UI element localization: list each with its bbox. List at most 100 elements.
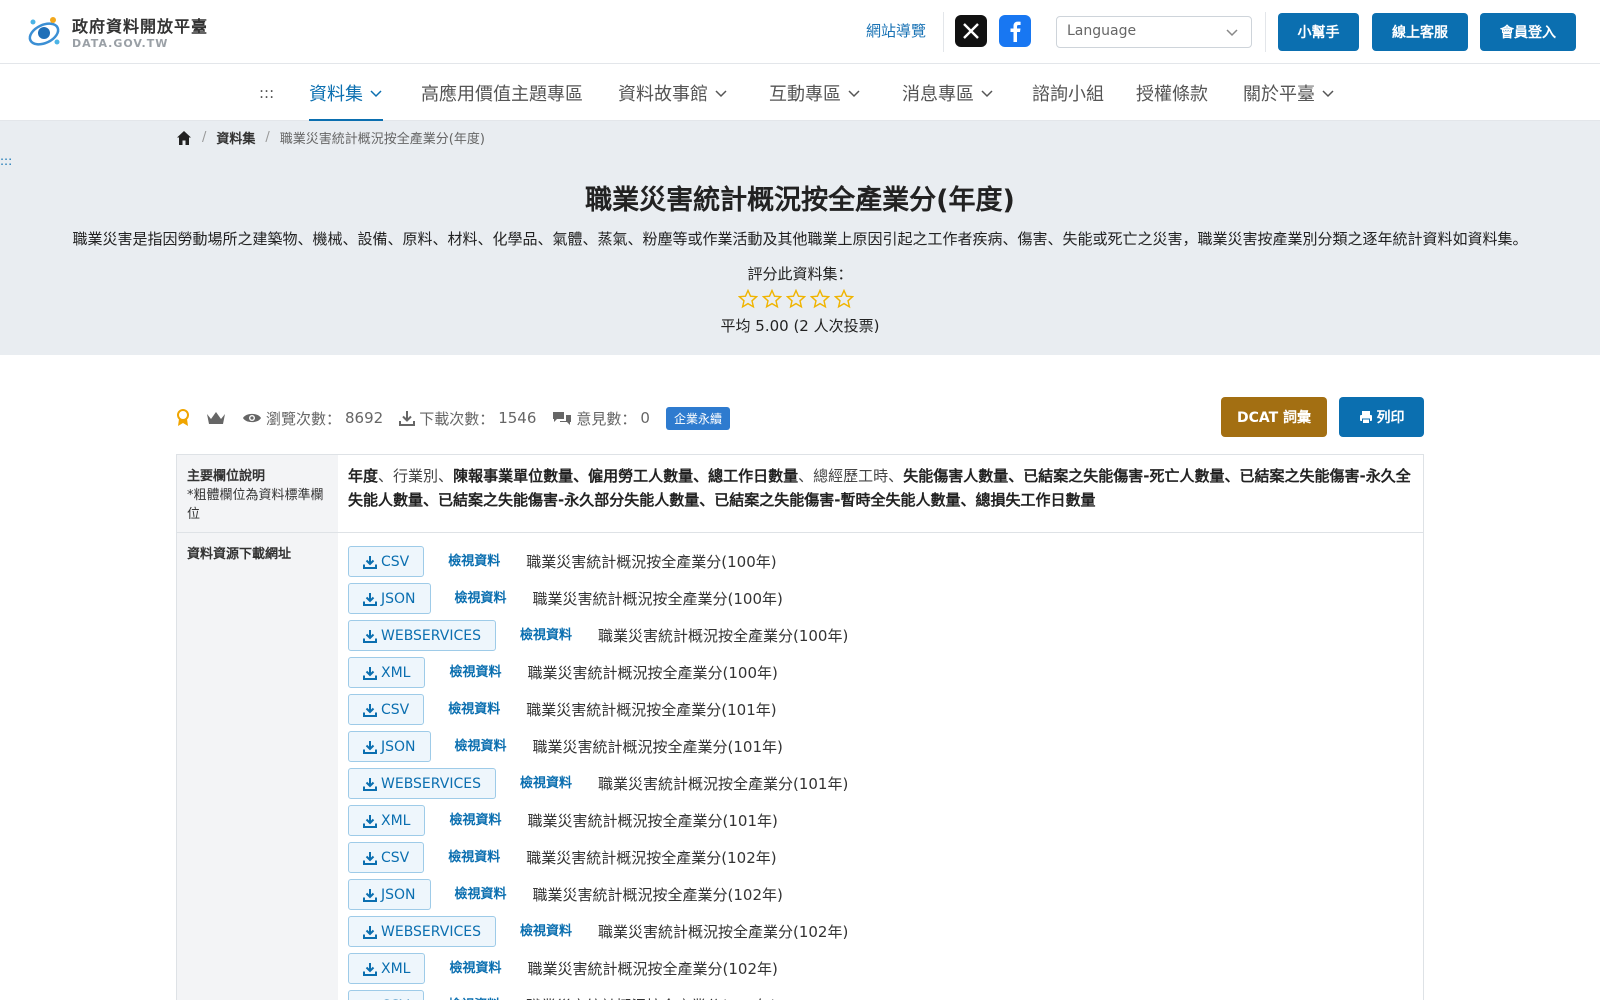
field-name: 、: [423, 491, 439, 509]
language-select[interactable]: Language: [1056, 16, 1252, 48]
field-name: 總損失工作日數量: [975, 491, 1096, 509]
field-name: 、: [573, 467, 589, 485]
nav-news[interactable]: 消息專區: [902, 78, 994, 108]
print-button[interactable]: 列印: [1339, 397, 1424, 437]
nav-stories[interactable]: 資料故事館: [618, 78, 728, 108]
resource-name: 職業災害統計概況按全產業分(100年): [532, 589, 783, 608]
field-name: 陳報事業單位數量: [453, 467, 574, 485]
resource-name: 職業災害統計概況按全產業分(102年): [597, 922, 849, 941]
view-data-link[interactable]: 檢視資料: [449, 957, 501, 981]
rating-stars[interactable]: [738, 289, 854, 309]
resource-row: WEBSERVICES 檢視資料 職業災害統計概況按全產業分(102年): [348, 913, 1413, 950]
dcat-button[interactable]: DCAT 詞彙: [1221, 397, 1327, 437]
comments-label: 意見數：: [576, 409, 637, 428]
breadcrumb-datasets[interactable]: 資料集: [216, 128, 255, 147]
print-label: 列印: [1376, 410, 1405, 426]
field-name: 、: [438, 467, 454, 485]
nav-advisory[interactable]: 諮詢小組: [1032, 78, 1104, 108]
helper-button[interactable]: 小幫手: [1278, 13, 1359, 51]
download-format-button[interactable]: CSV: [348, 842, 425, 873]
star-icon[interactable]: [762, 289, 782, 309]
format-label: CSV: [381, 553, 410, 570]
view-data-link[interactable]: 檢視資料: [448, 550, 500, 574]
chevron-down-icon: [715, 90, 727, 98]
nav-interactive[interactable]: 互動專區: [769, 78, 861, 108]
nav-label: 互動專區: [769, 84, 841, 105]
facebook-icon[interactable]: [999, 15, 1031, 47]
download-format-button[interactable]: WEBSERVICES: [348, 768, 496, 799]
field-name: 總工作日數量: [708, 467, 799, 485]
site-logo[interactable]: 政府資料開放平臺 DATA.GOV.TW: [24, 12, 208, 50]
field-name: 年度: [348, 467, 379, 485]
resource-row: XML 檢視資料 職業災害統計概況按全產業分(100年): [348, 654, 1413, 691]
resource-row: XML 檢視資料 職業災害統計概況按全產業分(102年): [348, 950, 1413, 987]
download-format-button[interactable]: XML: [348, 805, 426, 836]
resource-row: JSON 檢視資料 職業災害統計概況按全產業分(102年): [348, 876, 1413, 913]
star-icon[interactable]: [810, 289, 830, 309]
content-anchor[interactable]: :::: [0, 154, 12, 168]
resource-name: 職業災害統計概況按全產業分(101年): [532, 737, 783, 756]
logo-title: 政府資料開放平臺: [72, 16, 209, 36]
rating-average: 平均 5.00 (2 人次投票): [720, 317, 880, 335]
nav-about[interactable]: 關於平臺: [1243, 78, 1335, 108]
view-data-link[interactable]: 檢視資料: [448, 846, 500, 870]
view-data-link[interactable]: 檢視資料: [448, 698, 500, 722]
view-data-link[interactable]: 檢視資料: [455, 735, 507, 759]
format-label: JSON: [381, 590, 416, 607]
format-label: CSV: [381, 849, 410, 866]
download-icon: [363, 666, 377, 680]
member-login-button[interactable]: 會員登入: [1480, 13, 1576, 51]
star-icon[interactable]: [834, 289, 854, 309]
logo-icon: [28, 17, 60, 46]
nav-datasets[interactable]: 資料集: [309, 78, 383, 122]
download-format-button[interactable]: WEBSERVICES: [348, 620, 496, 651]
view-data-link[interactable]: 檢視資料: [520, 772, 572, 796]
format-label: XML: [381, 812, 411, 829]
download-format-button[interactable]: JSON: [348, 583, 431, 614]
view-data-link[interactable]: 檢視資料: [520, 920, 572, 944]
download-icon: [399, 411, 416, 426]
dataset-description: 職業災害是指因勞動場所之建築物、機械、設備、原料、材料、化學品、氣體、蒸氣、粉塵…: [72, 230, 1528, 248]
download-format-button[interactable]: CSV: [348, 694, 425, 725]
resource-row: CSV 檢視資料 職業災害統計概況按全產業分(103年): [348, 987, 1413, 1000]
tag-badge[interactable]: 企業永續: [665, 406, 730, 430]
resource-row: JSON 檢視資料 職業災害統計概況按全產業分(101年): [348, 728, 1413, 765]
nav-license[interactable]: 授權條款: [1136, 78, 1208, 108]
format-label: CSV: [381, 994, 409, 1000]
download-format-button[interactable]: JSON: [348, 879, 431, 910]
skip-anchor[interactable]: :::: [259, 78, 274, 108]
fields-list: 年度、行業別、陳報事業單位數量、僱用勞工人數量、總工作日數量、總經歷工時、失能傷…: [338, 455, 1423, 532]
view-data-link[interactable]: 檢視資料: [455, 587, 507, 611]
site-map-link[interactable]: 網站導覽: [866, 20, 926, 41]
view-data-link[interactable]: 檢視資料: [520, 624, 572, 648]
online-support-button[interactable]: 線上客服: [1372, 13, 1468, 51]
resource-name: 職業災害統計概況按全產業分(103年): [526, 994, 776, 1000]
home-icon[interactable]: [176, 130, 192, 146]
download-format-button[interactable]: XML: [348, 657, 426, 688]
view-data-link[interactable]: 檢視資料: [449, 809, 501, 833]
view-data-link[interactable]: 檢視資料: [449, 661, 501, 685]
divider: [1265, 12, 1266, 52]
download-format-button[interactable]: CSV: [348, 990, 425, 1000]
field-name: 已結案之失能傷害-暫時全失能人數量: [714, 491, 961, 509]
download-format-button[interactable]: JSON: [348, 731, 431, 762]
breadcrumb: / 資料集 / 職業災害統計概況按全產業分(年度): [176, 128, 485, 147]
resource-name: 職業災害統計概況按全產業分(100年): [597, 626, 849, 645]
views-count: 8692: [345, 409, 384, 427]
fields-label-cell: 主要欄位說明 *粗體欄位為資料標準欄位: [177, 455, 338, 532]
download-icon: [363, 962, 377, 976]
download-format-button[interactable]: CSV: [348, 546, 425, 577]
view-data-link[interactable]: 檢視資料: [448, 994, 500, 1000]
nav-label: 資料故事館: [618, 84, 708, 105]
nav-high-value[interactable]: 高應用價值主題專區: [421, 78, 583, 108]
star-icon[interactable]: [738, 289, 758, 309]
x-twitter-icon[interactable]: [955, 15, 987, 47]
view-data-link[interactable]: 檢視資料: [455, 883, 507, 907]
main-navigation: ::: 資料集 高應用價值主題專區 資料故事館 互動專區 消息專區 諮詢小組 授…: [0, 64, 1600, 122]
download-format-button[interactable]: WEBSERVICES: [348, 916, 496, 947]
dataset-info-table: 主要欄位說明 *粗體欄位為資料標準欄位 年度、行業別、陳報事業單位數量、僱用勞工…: [176, 454, 1424, 1000]
format-label: JSON: [381, 738, 416, 755]
download-format-button[interactable]: XML: [348, 953, 426, 984]
star-icon[interactable]: [786, 289, 806, 309]
award-icon: [176, 409, 190, 427]
